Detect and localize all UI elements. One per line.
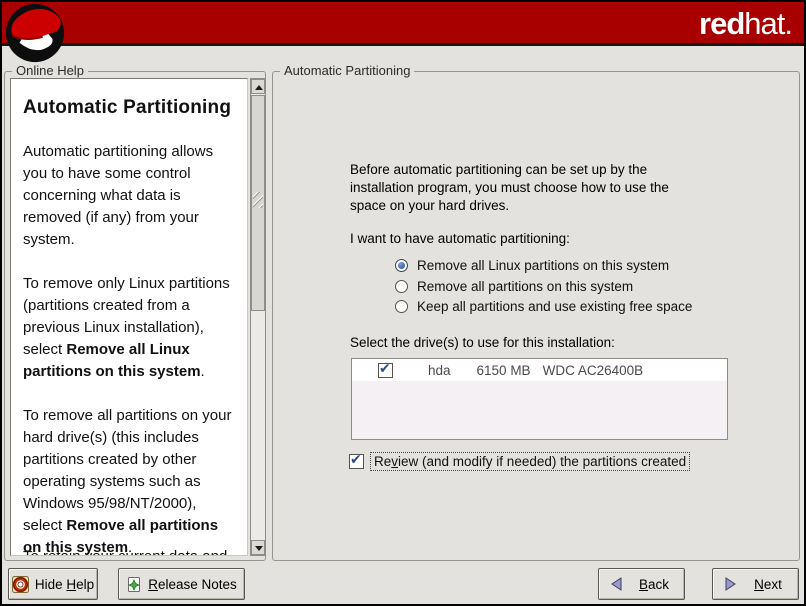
drives-label: Select the drive(s) to use for this inst… xyxy=(350,334,750,352)
online-help-frame-label: Online Help xyxy=(12,63,88,78)
check-icon: ✔ xyxy=(350,452,362,468)
automatic-partitioning-frame: Automatic Partitioning Before automatic … xyxy=(272,71,800,561)
radio-button-icon[interactable] xyxy=(395,300,408,313)
hide-help-button[interactable]: Hide Help xyxy=(8,568,98,600)
next-label: Next xyxy=(744,577,792,592)
review-checkbox-checked[interactable]: ✔ xyxy=(349,454,364,469)
online-help-frame: Online Help Automatic Partitioning Autom… xyxy=(4,71,266,561)
release-notes-label: Release Notes xyxy=(148,577,237,592)
redhat-shadowman-icon xyxy=(4,2,66,64)
back-button[interactable]: Back xyxy=(598,568,685,600)
check-icon: ✔ xyxy=(379,361,391,377)
release-notes-button[interactable]: Release Notes xyxy=(118,568,245,600)
question-text: I want to have automatic partitioning: xyxy=(350,230,750,248)
next-button[interactable]: Next xyxy=(712,568,799,600)
help-lifering-icon xyxy=(12,576,29,593)
header-bar: redhat. xyxy=(2,2,804,46)
help-text-panel: Automatic Partitioning Automatic partiti… xyxy=(10,78,248,556)
scroll-down-button[interactable] xyxy=(251,540,265,555)
brand-bold: red xyxy=(699,6,744,41)
help-scrollbar[interactable] xyxy=(250,78,266,556)
down-arrow-icon xyxy=(255,546,263,551)
drive-model: WDC AC26400B xyxy=(543,363,644,378)
drive-list[interactable]: ✔ hda 6150 MB WDC AC26400B xyxy=(351,358,728,440)
radio-keep-all-partitions[interactable]: Keep all partitions and use existing fre… xyxy=(395,297,692,315)
scrollbar-thumb[interactable] xyxy=(251,95,265,311)
scroll-up-button[interactable] xyxy=(251,79,265,94)
scrollbar-grip-icon xyxy=(253,192,263,208)
radio-button-icon[interactable] xyxy=(395,280,408,293)
radio-remove-all-partitions[interactable]: Remove all partitions on this system xyxy=(395,277,633,295)
drive-size: 6150 MB xyxy=(477,363,531,378)
brand-light: hat. xyxy=(744,6,792,41)
back-label: Back xyxy=(630,577,678,592)
main-frame-label: Automatic Partitioning xyxy=(280,63,414,78)
help-title: Automatic Partitioning xyxy=(23,97,235,119)
back-arrow-icon xyxy=(609,576,624,592)
help-paragraph-2: To remove only Linux partitions (partiti… xyxy=(23,273,235,383)
help-paragraph-4-clipped: To retain your current data and xyxy=(23,546,243,556)
hide-help-label: Hide Help xyxy=(35,577,94,592)
help-paragraph-1: Automatic partitioning allows you to hav… xyxy=(23,141,235,251)
up-arrow-icon xyxy=(255,85,263,90)
drive-checkbox-checked[interactable]: ✔ xyxy=(378,363,393,378)
release-notes-page-icon xyxy=(126,576,142,593)
review-checkbox-label[interactable]: Review (and modify if needed) the partit… xyxy=(370,452,690,471)
redhat-wordmark: redhat. xyxy=(699,6,792,42)
radio-button-selected-icon[interactable] xyxy=(395,259,408,272)
next-arrow-icon xyxy=(723,576,738,592)
drive-device: hda xyxy=(428,363,451,378)
drive-row-hda[interactable]: ✔ hda 6150 MB WDC AC26400B xyxy=(352,359,727,381)
help-paragraph-3: To remove all partitions on your hard dr… xyxy=(23,405,235,556)
radio-remove-linux-partitions[interactable]: Remove all Linux partitions on this syst… xyxy=(395,256,669,274)
installer-window: redhat. Online Help Automatic Partitioni… xyxy=(0,0,806,606)
review-partitions-checkbox-row[interactable]: ✔ Review (and modify if needed) the part… xyxy=(349,452,690,471)
intro-text: Before automatic partitioning can be set… xyxy=(350,161,680,215)
